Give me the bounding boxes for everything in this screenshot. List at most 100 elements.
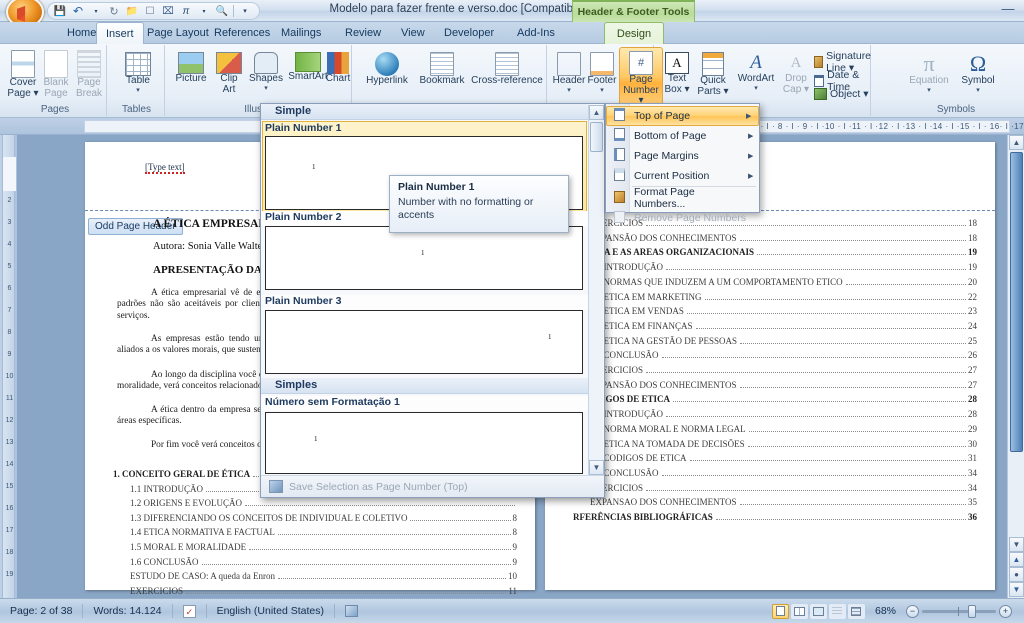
toc-entry[interactable]: EXERCICIOS 11 bbox=[130, 586, 517, 596]
tab-add-ins[interactable]: Add-Ins bbox=[508, 23, 564, 44]
wordart-dropdown-icon[interactable]: ▾ bbox=[754, 85, 758, 92]
menu-item-current-position[interactable]: Current Position ▶ bbox=[607, 166, 760, 186]
footer-dropdown-icon[interactable]: ▾ bbox=[600, 87, 604, 94]
toc-entry[interactable]: 1.4 ETICA NORMATIVA E FACTUAL 8 bbox=[130, 527, 517, 537]
insert-table-icon[interactable]: ⌧ bbox=[160, 4, 176, 19]
toc-entry[interactable]: 1.6 CONCLUSÃO 9 bbox=[130, 557, 517, 567]
tab-view[interactable]: View bbox=[392, 23, 434, 44]
header-dropdown-icon[interactable]: ▾ bbox=[567, 87, 571, 94]
zoom-track[interactable] bbox=[922, 604, 996, 618]
toc-entry[interactable]: 1.3 DIFERENCIANDO OS CONCEITOS DE INDIVI… bbox=[130, 513, 517, 523]
symbol-button[interactable]: Ω Symbol ▾ bbox=[954, 49, 1002, 94]
chart-button[interactable]: Chart bbox=[324, 49, 352, 85]
tab-references[interactable]: References bbox=[205, 23, 279, 44]
bookmark-button[interactable]: Bookmark bbox=[414, 49, 470, 87]
toc-entry[interactable]: 4.1 INTRODUÇÃO 28 bbox=[590, 409, 977, 419]
gallery-thumb-plain-number-2[interactable]: 1 bbox=[265, 226, 583, 290]
shapes-button[interactable]: Shapes ▾ bbox=[246, 49, 286, 92]
customize-qat-icon[interactable]: ▾ bbox=[237, 4, 253, 19]
tab-design[interactable]: Design bbox=[604, 22, 664, 45]
print-layout-view[interactable] bbox=[771, 603, 789, 619]
toc-entry[interactable]: EXPANSÃO DOS CONHECIMENTOS 27 bbox=[590, 380, 977, 390]
toc-entry[interactable]: 3.2 NORMAS QUE INDUZEM A UM COMPORTAMENT… bbox=[590, 277, 977, 287]
gallery-scrollbar-thumb[interactable] bbox=[590, 122, 603, 152]
outline-view[interactable] bbox=[828, 603, 846, 619]
toc-entry[interactable]: 3.6 ETICA NA GESTÃO DE PESSOAS 25 bbox=[590, 336, 977, 346]
scroll-down-button[interactable]: ▼ bbox=[1009, 537, 1024, 552]
toc-entry[interactable]: 3.5 ETICA EM FINANÇAS 24 bbox=[590, 321, 977, 331]
tab-mailings[interactable]: Mailings bbox=[272, 23, 330, 44]
undo-dropdown-icon[interactable]: ▾ bbox=[88, 4, 104, 19]
tab-insert[interactable]: Insert bbox=[96, 22, 144, 45]
cover-page-button[interactable]: Cover Page ▾ bbox=[6, 47, 40, 99]
gallery-thumb-numero-sem-formatacao-1[interactable]: 1 bbox=[265, 412, 583, 474]
toc-entry[interactable]: 3. ETICA E AS AREAS ORGANIZACIONAIS 19 bbox=[573, 247, 977, 257]
spelling-check-icon[interactable]: ✓ bbox=[173, 604, 206, 618]
full-screen-reading-view[interactable] bbox=[790, 603, 808, 619]
clip-art-button[interactable]: Clip Art bbox=[212, 49, 246, 95]
object-button[interactable]: Object ▾ bbox=[814, 88, 869, 100]
zoom-level-label[interactable]: 68% bbox=[867, 605, 904, 617]
table-button[interactable]: Table ▾ bbox=[120, 49, 156, 94]
toc-entry[interactable]: 1.2 ORIGENS E EVOLUÇÃO bbox=[130, 498, 517, 508]
page-number-position-menu[interactable]: Top of Page ▶ Bottom of Page ▶ Page Marg… bbox=[605, 103, 760, 224]
draft-view[interactable] bbox=[847, 603, 865, 619]
page-break-button[interactable]: Page Break bbox=[72, 47, 106, 99]
equation-button[interactable]: π Equation ▾ bbox=[904, 49, 954, 93]
blank-page-button[interactable]: Blank Page bbox=[40, 47, 72, 99]
toc-entry[interactable]: 4.5 CONCLUSÃO 34 bbox=[590, 468, 977, 478]
print-preview-icon[interactable]: 🔍 bbox=[214, 4, 230, 19]
equation-dropdown-icon[interactable]: ▾ bbox=[196, 4, 212, 19]
toc-entry[interactable]: EXERCICIOS 34 bbox=[590, 483, 977, 493]
zoom-slider[interactable]: − + bbox=[906, 604, 1020, 618]
toc-entry[interactable]: RFERÊNCIAS BIBLIOGRÁFICAS 36 bbox=[573, 512, 977, 522]
shapes-dropdown-icon[interactable]: ▾ bbox=[264, 85, 268, 92]
toc-entry[interactable]: EXPANSAO DOS CONHECIMENTOS 35 bbox=[590, 497, 977, 507]
status-word-count[interactable]: Words: 14.124 bbox=[83, 605, 171, 617]
gallery-scrollbar[interactable]: ▲ ▼ bbox=[588, 105, 604, 475]
menu-item-page-margins[interactable]: Page Margins ▶ bbox=[607, 146, 760, 166]
status-page-indicator[interactable]: Page: 2 of 38 bbox=[0, 605, 82, 617]
equation-icon[interactable]: π bbox=[178, 4, 194, 19]
toc-entry[interactable]: 3.1 INTRODUÇÃO 19 bbox=[590, 262, 977, 272]
toc-entry[interactable]: 4.4 CODIGOS DE ETICA 31 bbox=[590, 453, 977, 463]
record-macro-icon[interactable] bbox=[335, 605, 368, 617]
zoom-handle[interactable] bbox=[968, 604, 976, 618]
undo-icon[interactable]: ↶ bbox=[70, 4, 86, 19]
toc-entry[interactable]: 4.3 ETICA NA TOMADA DE DECISÕES 30 bbox=[590, 439, 977, 449]
hyperlink-button[interactable]: Hyperlink bbox=[360, 49, 414, 87]
ruler-face-right[interactable]: 7 · I · 8 · I · 9 · I ·10 · I ·11 · I ·1… bbox=[748, 120, 1024, 133]
header-type-text-placeholder[interactable]: [Type text] bbox=[145, 162, 185, 174]
vertical-ruler[interactable]: 2 3 4 5 6 7 8 9 10 11 12 13 14 15 16 17 18 19 bbox=[0, 135, 17, 598]
footer-button[interactable]: Footer ▾ bbox=[586, 49, 618, 94]
toc-entry[interactable]: ESTUDO DE CASO: A queda da Enron 10 bbox=[130, 571, 517, 581]
menu-item-top-of-page[interactable]: Top of Page ▶ bbox=[606, 106, 759, 126]
previous-page-button[interactable]: ▲ bbox=[1009, 552, 1024, 567]
toc-entry[interactable]: 3.3 ETICA EM MARKETING 22 bbox=[590, 292, 977, 302]
next-page-button[interactable]: ▼ bbox=[1009, 582, 1024, 597]
symbol-dropdown-icon[interactable]: ▾ bbox=[976, 87, 980, 94]
select-browse-object-button[interactable]: ● bbox=[1009, 567, 1024, 582]
menu-item-remove-page-numbers[interactable]: Remove Page Numbers bbox=[607, 208, 760, 228]
gallery-scroll-down-icon[interactable]: ▼ bbox=[589, 460, 604, 475]
drop-cap-button[interactable]: A Drop Cap ▾ bbox=[780, 49, 812, 95]
toc-entry[interactable]: EXPANSÃO DOS CONHECIMENTOS 18 bbox=[590, 233, 977, 243]
gallery-thumb-plain-number-3[interactable]: 1 bbox=[265, 310, 583, 374]
gallery-scroll-area[interactable]: Simple Plain Number 1 1 Plain Number 2 1… bbox=[261, 104, 589, 476]
tab-review[interactable]: Review bbox=[336, 23, 390, 44]
toc-entry[interactable]: 4. CODIGOS DE ETICA 28 bbox=[573, 394, 977, 404]
menu-item-bottom-of-page[interactable]: Bottom of Page ▶ bbox=[607, 126, 760, 146]
toc-entry[interactable]: 3.7 CONCLUSÃO 26 bbox=[590, 350, 977, 360]
scroll-up-button[interactable]: ▲ bbox=[1009, 135, 1024, 150]
gallery-footer[interactable]: Save Selection as Page Number (Top) bbox=[261, 475, 604, 497]
table-dropdown-icon[interactable]: ▾ bbox=[136, 87, 140, 94]
picture-button[interactable]: Picture bbox=[170, 49, 212, 85]
toc-entry[interactable]: 3.4 ETICA EM VENDAS 23 bbox=[590, 306, 977, 316]
scrollbar-thumb[interactable] bbox=[1010, 152, 1023, 452]
web-layout-view[interactable] bbox=[809, 603, 827, 619]
wordart-button[interactable]: A WordArt ▾ bbox=[732, 49, 780, 92]
toc-entry[interactable]: 1.5 MORAL E MORALIDADE 9 bbox=[130, 542, 517, 552]
status-language[interactable]: English (United States) bbox=[207, 605, 334, 617]
minimize-button[interactable]: — bbox=[998, 2, 1018, 18]
gallery-scroll-up-icon[interactable]: ▲ bbox=[589, 105, 604, 120]
